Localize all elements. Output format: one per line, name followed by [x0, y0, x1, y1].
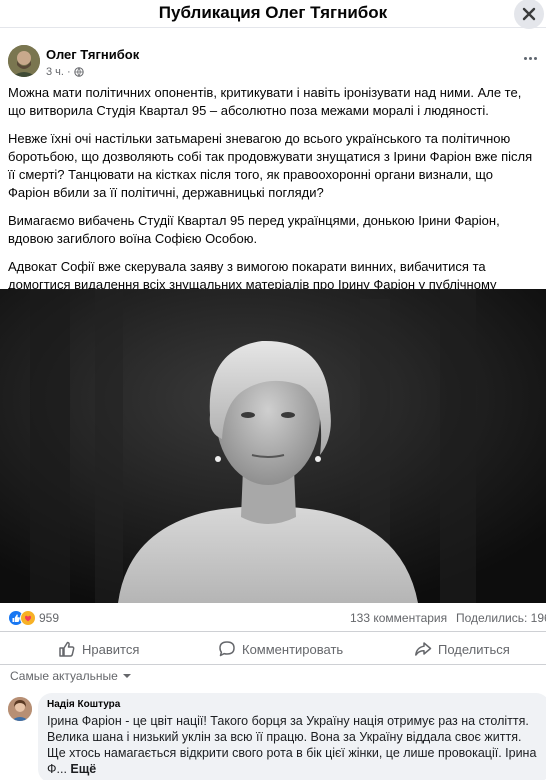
share-label: Поделиться	[438, 641, 510, 657]
comments-count[interactable]: 133 комментария	[350, 611, 447, 625]
more-options-button[interactable]	[520, 52, 540, 64]
comment-label: Комментировать	[242, 641, 344, 657]
author-name[interactable]: Олег Тягнибок	[46, 47, 139, 62]
dialog-title: Публикация Олег Тягнибок	[158, 3, 388, 22]
like-label: Нравится	[82, 641, 140, 657]
comment-button[interactable]: Комментировать	[218, 632, 343, 666]
comment-bubble: Надія Коштура Ірина Фаріон - це цвіт нац…	[38, 693, 546, 780]
like-button[interactable]: Нравится	[58, 632, 139, 666]
share-icon	[415, 642, 432, 656]
reactions-count[interactable]: 959	[39, 611, 59, 625]
post-paragraph: Вимагаємо вибачень Студії Квартал 95 пер…	[8, 213, 500, 246]
reaction-icons[interactable]	[8, 610, 36, 626]
author-avatar[interactable]	[8, 45, 40, 77]
dialog-header: Публикация Олег Тягнибок	[0, 0, 546, 29]
share-button[interactable]: Поделиться	[414, 632, 510, 666]
shares-count[interactable]: Поделились: 196	[456, 611, 546, 625]
reactions-row: 959 133 комментария Поделились: 196	[0, 608, 546, 628]
post-paragraph: Можна мати політичних опонентів, критику…	[8, 85, 522, 118]
post-photo[interactable]	[0, 289, 546, 603]
more-icon	[523, 56, 527, 60]
comment-body: Ірина Фаріон - це цвіт нації! Такого бор…	[47, 714, 537, 776]
comment-sort-dropdown[interactable]: Самые актуальные	[10, 669, 132, 683]
see-more-link[interactable]: Ещё	[70, 762, 96, 776]
close-button[interactable]	[514, 0, 544, 29]
commenter-avatar[interactable]	[8, 697, 32, 721]
close-icon	[522, 7, 536, 21]
commenter-name[interactable]: Надія Коштура	[47, 699, 541, 710]
comment-item: Надія Коштура Ірина Фаріон - це цвіт нац…	[0, 693, 546, 780]
comment-text: Ірина Фаріон - це цвіт нації! Такого бор…	[47, 713, 541, 777]
sort-label: Самые актуальные	[10, 669, 118, 683]
chevron-down-icon	[122, 674, 131, 678]
post-meta: 3 ч. ·	[46, 66, 84, 78]
post-header: Олег Тягнибок 3 ч. ·	[0, 44, 546, 84]
comment-icon	[219, 641, 235, 657]
globe-icon	[73, 67, 84, 77]
post-text: Можна мати політичних опонентів, критику…	[8, 84, 538, 322]
post-actions: Нравится Комментировать Поделиться	[0, 631, 546, 665]
thumbs-up-icon	[59, 641, 75, 657]
post-time[interactable]: 3 ч.	[46, 66, 64, 78]
post-paragraph: Невже їхні очі настільки затьмарені знев…	[8, 131, 533, 200]
